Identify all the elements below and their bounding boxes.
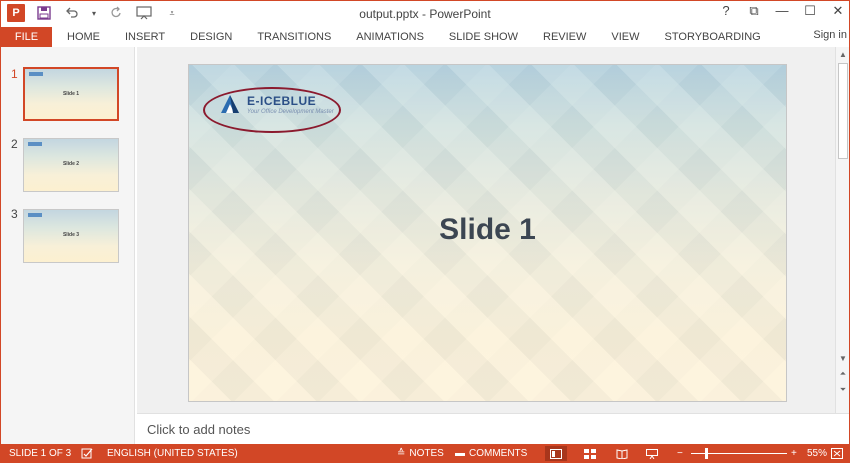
maximize-icon[interactable]: ☐	[803, 3, 817, 19]
notes-button[interactable]: ≙ NOTES	[397, 448, 444, 459]
reading-view-icon[interactable]	[611, 446, 633, 461]
slide-thumbnail[interactable]: Slide 3	[23, 209, 119, 263]
tab-home[interactable]: HOME	[67, 31, 100, 43]
help-icon[interactable]: ?	[719, 3, 733, 19]
thumbnail-logo	[28, 213, 42, 217]
thumbnail-number: 2	[11, 137, 18, 151]
slide-thumbnail[interactable]: Slide 1	[23, 67, 119, 121]
thumbnail-title: Slide 3	[62, 232, 80, 238]
tab-review[interactable]: REVIEW	[543, 31, 586, 43]
minimize-icon[interactable]: —	[775, 3, 789, 19]
tab-file[interactable]: FILE	[1, 27, 52, 47]
thumbnail-title: Slide 1	[62, 91, 80, 97]
tab-slide-show[interactable]: SLIDE SHOW	[449, 31, 518, 43]
slide-counter[interactable]: SLIDE 1 OF 3	[9, 448, 71, 459]
language-indicator[interactable]: ENGLISH (UNITED STATES)	[107, 448, 238, 459]
status-bar: SLIDE 1 OF 3 ENGLISH (UNITED STATES) ≙ N…	[1, 444, 849, 462]
vertical-scrollbar[interactable]: ▲ ▼ ⏶ ⏷	[835, 47, 849, 413]
notes-pane[interactable]: Click to add notes	[137, 413, 849, 444]
tab-storyboarding[interactable]: STORYBOARDING	[665, 31, 761, 43]
slide-thumbnail[interactable]: Slide 2	[23, 138, 119, 192]
scroll-down-icon[interactable]: ▼	[836, 351, 849, 365]
tab-design[interactable]: DESIGN	[190, 31, 232, 43]
slide-sorter-view-icon[interactable]	[579, 446, 601, 461]
ribbon-display-options-icon[interactable]: ⧉	[747, 3, 761, 19]
ribbon-tab-list: HOME INSERT DESIGN TRANSITIONS ANIMATION…	[67, 31, 786, 43]
thumbnail-logo	[29, 72, 43, 76]
slide-title[interactable]: Slide 1	[189, 213, 786, 247]
thumbnail-title: Slide 2	[62, 161, 80, 167]
zoom-slider-handle[interactable]	[705, 448, 708, 459]
thumbnail-logo	[28, 142, 42, 146]
slide-canvas[interactable]: E-ICEBLUE Your Office Development Master…	[188, 64, 787, 402]
next-slide-icon[interactable]: ⏷	[836, 383, 849, 397]
thumbnail-number: 1	[11, 67, 18, 81]
ribbon-tabs: FILE HOME INSERT DESIGN TRANSITIONS ANIM…	[1, 27, 849, 47]
close-icon[interactable]: ✕	[831, 3, 845, 19]
scroll-up-icon[interactable]: ▲	[836, 47, 849, 61]
normal-view-icon[interactable]	[545, 446, 567, 461]
tab-insert[interactable]: INSERT	[125, 31, 165, 43]
zoom-level[interactable]: 55%	[807, 448, 827, 459]
tab-animations[interactable]: ANIMATIONS	[356, 31, 424, 43]
zoom-in-icon[interactable]: +	[791, 448, 797, 459]
slide-show-view-icon[interactable]	[641, 446, 663, 461]
sign-in-link[interactable]: Sign in	[813, 29, 847, 41]
previous-slide-icon[interactable]: ⏶	[836, 367, 849, 381]
spell-check-icon[interactable]	[81, 448, 93, 459]
tab-view[interactable]: VIEW	[611, 31, 639, 43]
window-controls: ? ⧉ — ☐ ✕	[719, 3, 845, 19]
fit-slide-to-window-icon[interactable]	[831, 448, 843, 459]
tab-transitions[interactable]: TRANSITIONS	[257, 31, 331, 43]
powerpoint-window: P ▾ ⩡ output.pptx - PowerPoint ? ⧉ — ☐ ✕	[0, 0, 850, 463]
highlight-oval[interactable]	[203, 87, 341, 133]
slide-editing-area: E-ICEBLUE Your Office Development Master…	[137, 47, 835, 413]
notes-placeholder[interactable]: Click to add notes	[147, 422, 250, 437]
notes-icon: ≙	[397, 448, 406, 459]
thumbnail-number: 3	[11, 207, 18, 221]
zoom-out-icon[interactable]: −	[677, 448, 683, 459]
slide-thumbnail-pane: 1 Slide 1 2 Slide 2 3 Slide 3	[1, 47, 135, 444]
comments-label: COMMENTS	[469, 448, 528, 459]
scrollbar-thumb[interactable]	[838, 63, 848, 159]
title-bar: P ▾ ⩡ output.pptx - PowerPoint ? ⧉ — ☐ ✕	[1, 1, 849, 27]
notes-label: NOTES	[409, 448, 444, 459]
comments-icon: ▬	[455, 448, 465, 459]
comments-button[interactable]: ▬ COMMENTS	[455, 448, 527, 459]
